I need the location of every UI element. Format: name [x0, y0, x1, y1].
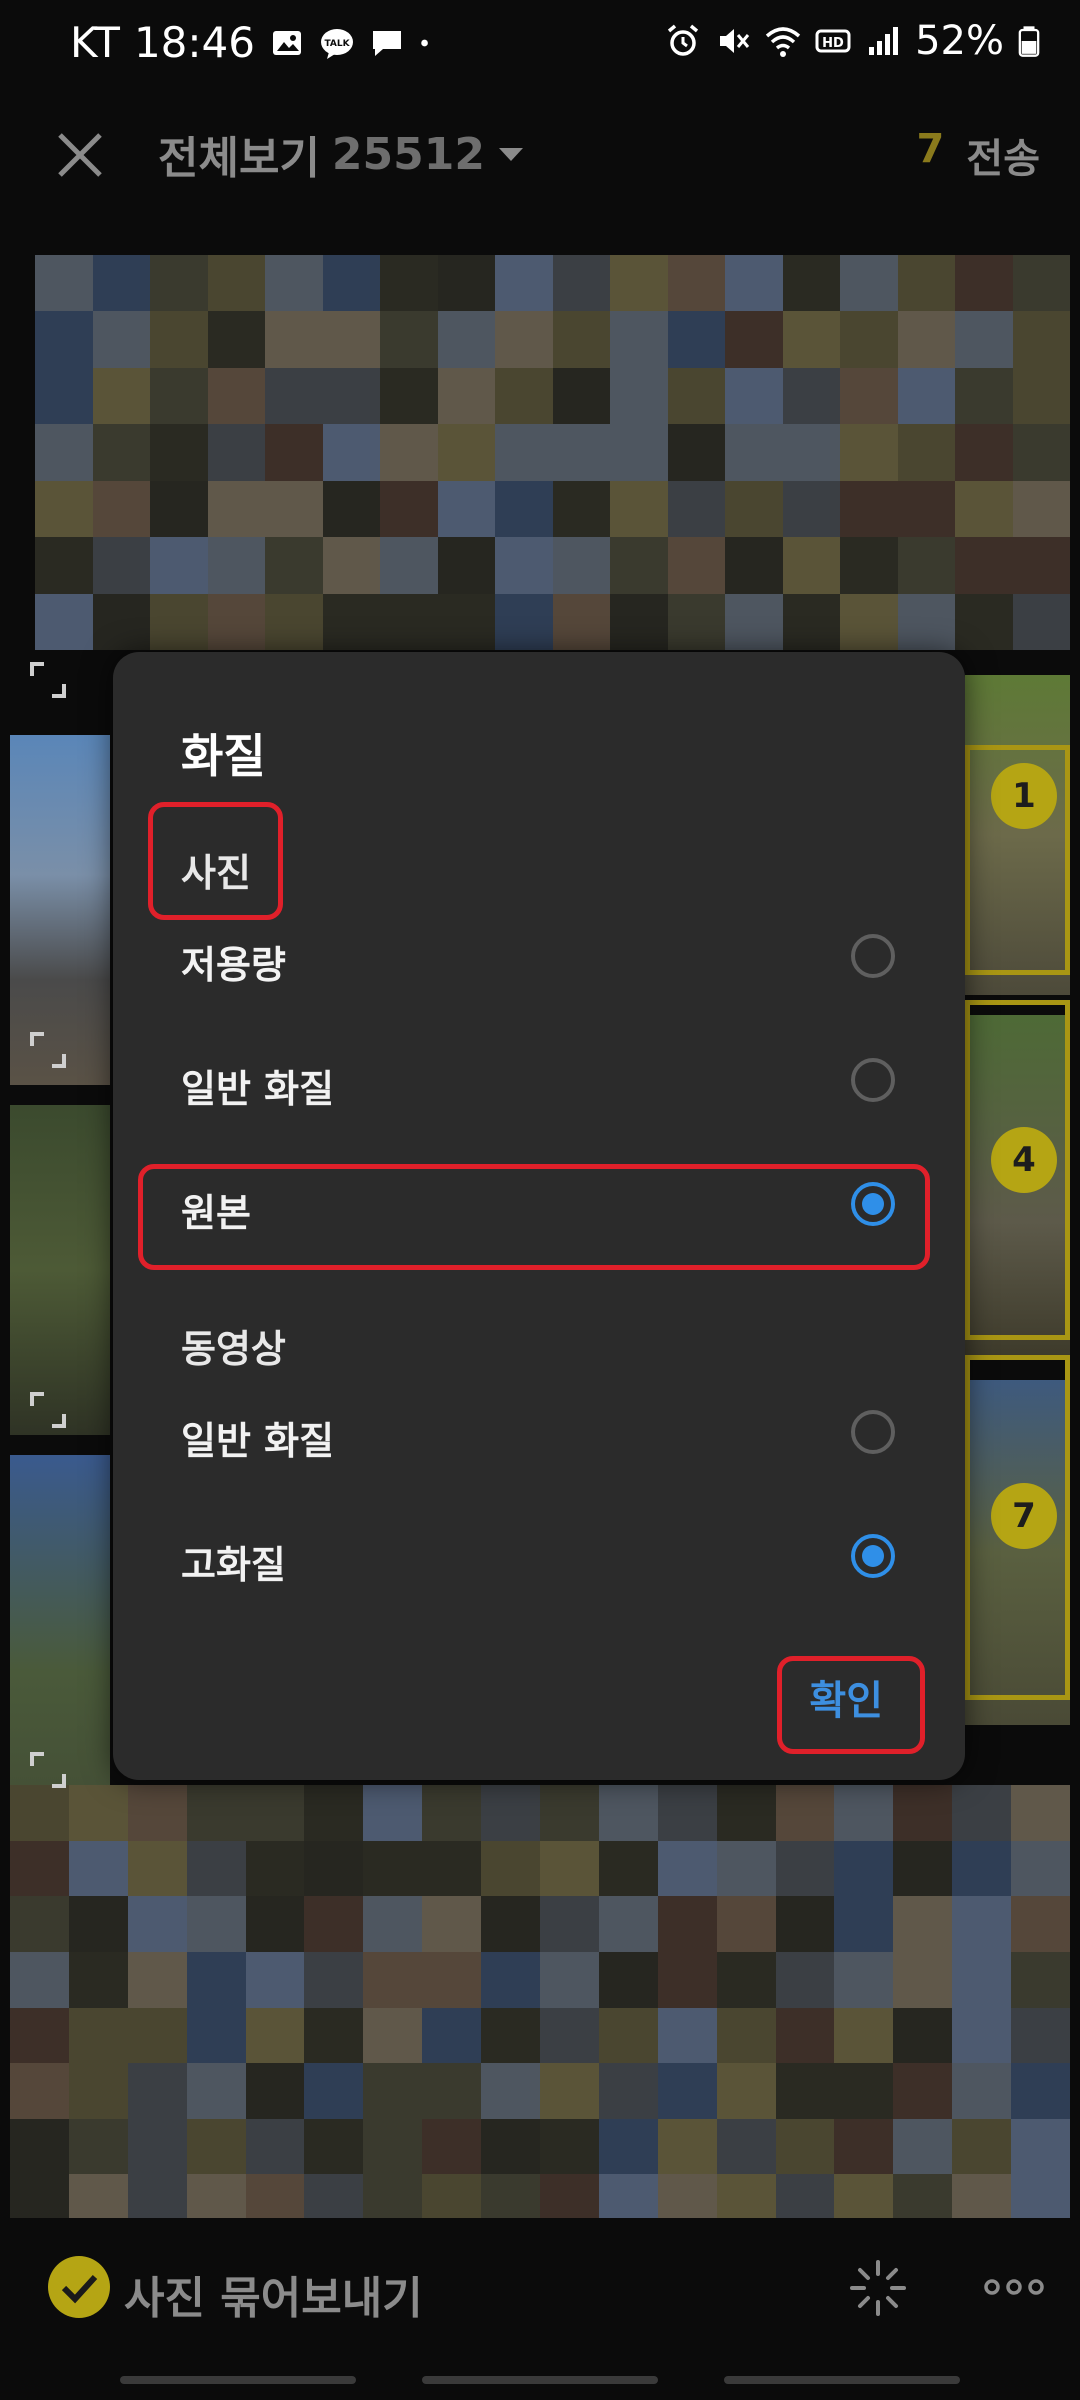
highlight-confirm-button: [777, 1656, 925, 1754]
selected-count: 7: [916, 126, 945, 172]
dialog-title: 화질: [181, 729, 266, 783]
option-label: 고화질: [181, 1543, 286, 1587]
video-option-normal[interactable]: 일반 화질: [113, 1380, 965, 1490]
photo-option-low[interactable]: 저용량: [113, 904, 965, 1014]
album-selector[interactable]: 전체보기 25512: [158, 122, 525, 186]
photo-thumbnail[interactable]: [35, 255, 1070, 650]
loading-spinner-icon[interactable]: [848, 2258, 908, 2318]
svg-text:HD: HD: [822, 36, 844, 51]
photo-thumbnail[interactable]: [10, 1785, 1070, 2230]
signal-icon: [869, 27, 899, 55]
status-right: HD 52%: [665, 18, 1040, 64]
nav-back[interactable]: [724, 2376, 960, 2384]
radio-button[interactable]: [851, 1410, 895, 1454]
carrier-label: KT: [70, 18, 120, 67]
nav-home[interactable]: [422, 2376, 658, 2384]
radio-button[interactable]: [851, 1058, 895, 1102]
alarm-icon: [667, 24, 699, 56]
radio-button-selected[interactable]: [851, 1534, 895, 1578]
mute-icon: [720, 29, 750, 53]
dot-icon: [421, 39, 428, 46]
expand-icon[interactable]: [28, 1030, 68, 1070]
system-nav-bar: [0, 2370, 1080, 2400]
gallery-icon: [272, 30, 301, 55]
album-count: 25512: [331, 128, 485, 180]
video-option-high[interactable]: 고화질: [113, 1504, 965, 1614]
battery-percent: 52%: [915, 18, 1004, 64]
wifi-icon: [765, 27, 801, 57]
selection-badge[interactable]: 4: [991, 1127, 1057, 1193]
selection-badge[interactable]: 1: [991, 763, 1057, 829]
option-label: 저용량: [181, 943, 286, 987]
app-bar: 전체보기 25512 7 전송: [0, 100, 1080, 200]
expand-icon[interactable]: [28, 660, 68, 700]
battery-icon: [1018, 26, 1040, 57]
send-label: 전송: [966, 136, 1040, 182]
photo-option-normal[interactable]: 일반 화질: [113, 1028, 965, 1138]
send-button[interactable]: 7 전송: [917, 126, 1040, 184]
kakaotalk-icon: TALK: [320, 28, 353, 59]
status-bar: KT 18:46 TALK HD 52%: [0, 0, 1080, 90]
highlight-photo-section: [148, 802, 283, 920]
selection-badge[interactable]: 7: [991, 1483, 1057, 1549]
highlight-original-option: [138, 1164, 930, 1270]
bundle-send-label[interactable]: 사진 묶어보내기: [124, 2262, 423, 2326]
expand-icon[interactable]: [28, 1750, 68, 1790]
nav-recents[interactable]: [120, 2376, 356, 2384]
option-label: 일반 화질: [181, 1067, 335, 1111]
bottom-bar: 사진 묶어보내기: [0, 2218, 1080, 2358]
expand-icon[interactable]: [28, 1390, 68, 1430]
svg-text:TALK: TALK: [324, 39, 350, 49]
album-title: 전체보기: [158, 133, 320, 184]
hd-icon: HD: [815, 29, 851, 53]
dropdown-arrow-icon: [499, 148, 523, 161]
check-circle-icon[interactable]: [48, 2256, 110, 2318]
option-label: 일반 화질: [181, 1419, 335, 1463]
video-section-label: 동영상: [181, 1327, 286, 1371]
close-icon[interactable]: [50, 125, 110, 185]
status-left: KT 18:46 TALK: [70, 18, 439, 67]
clock: 18:46: [133, 18, 255, 67]
photo-thumbnail[interactable]: [10, 1105, 110, 1435]
radio-button[interactable]: [851, 934, 895, 978]
more-options-icon[interactable]: [982, 2272, 1046, 2302]
message-icon: [372, 30, 401, 56]
